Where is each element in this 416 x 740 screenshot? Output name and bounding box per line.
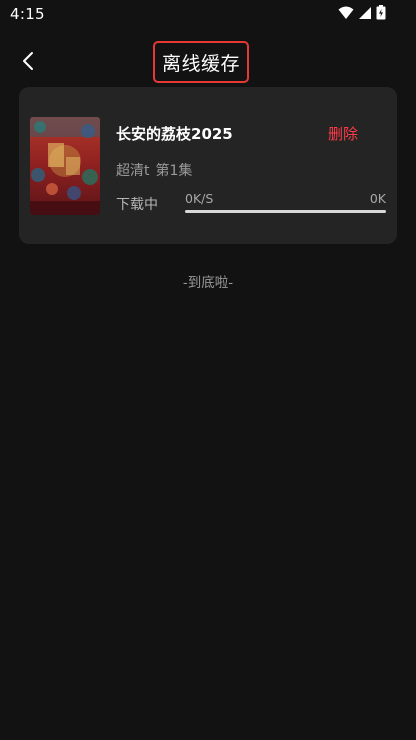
status-bar: 4:15 (0, 0, 416, 30)
download-title: 长安的荔枝2025 (116, 125, 233, 143)
status-time: 4:15 (10, 5, 45, 23)
download-size: 0K (369, 191, 386, 206)
page-title-highlight: 离线缓存 (153, 41, 249, 83)
wifi-icon (338, 5, 354, 24)
download-item-card[interactable]: 长安的荔枝2025 删除 超清t 第1集 下载中 0K/S 0K (19, 87, 397, 244)
download-progress-bar (185, 210, 386, 213)
quality-label: 超清t (116, 163, 150, 179)
delete-button[interactable]: 删除 (328, 123, 358, 144)
chevron-left-icon (21, 51, 35, 75)
movie-poster (30, 117, 100, 215)
page-title: 离线缓存 (161, 52, 240, 75)
episode-label: 第1集 (155, 163, 193, 179)
battery-icon (376, 4, 386, 24)
download-speed: 0K/S (185, 191, 214, 206)
back-button[interactable] (14, 48, 42, 78)
cellular-signal-icon (358, 5, 372, 24)
list-end-text: -到底啦- (182, 275, 234, 291)
header: 离线缓存 (0, 36, 416, 92)
download-status: 下载中 (116, 197, 158, 213)
status-icons (338, 4, 386, 24)
quality-episode-row: 超清t 第1集 (116, 160, 192, 180)
